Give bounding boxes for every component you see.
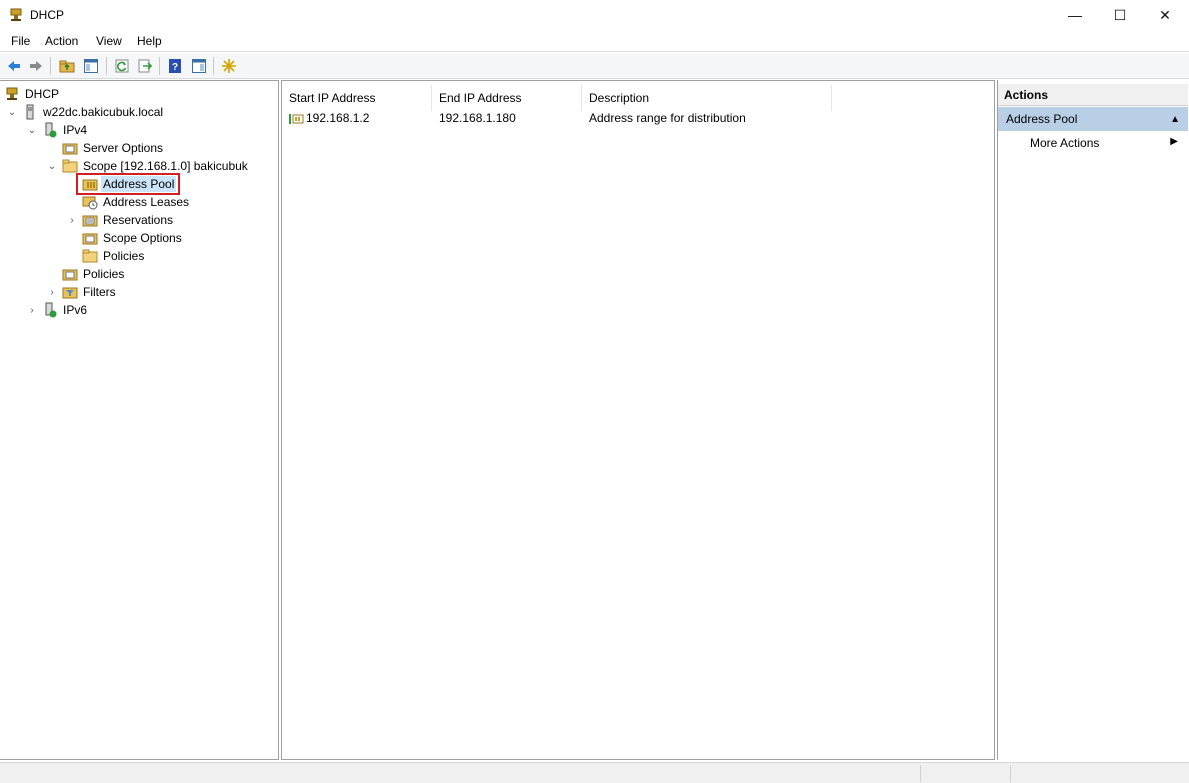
refresh-button[interactable] xyxy=(112,56,132,76)
maximize-button[interactable]: ☐ xyxy=(1097,0,1143,30)
server-icon xyxy=(26,104,34,120)
tree-label-filters: Filters xyxy=(83,285,116,299)
maximize-icon: ☐ xyxy=(1113,6,1127,23)
tree-label-reservations: Reservations xyxy=(103,213,174,227)
expand-chevron-icon[interactable]: › xyxy=(66,215,78,226)
column-header-end-ip[interactable]: End IP Address xyxy=(432,85,582,111)
close-button[interactable]: ✕ xyxy=(1142,0,1188,30)
dhcp-icon xyxy=(6,87,18,100)
menu-help[interactable]: Help xyxy=(137,34,162,48)
title-bar: DHCP — ☐ ✕ xyxy=(0,0,1189,30)
menu-action[interactable]: Action xyxy=(45,34,78,48)
ip-range-icon xyxy=(289,114,304,124)
show-hide-action-pane-button[interactable] xyxy=(189,56,209,76)
export-list-icon xyxy=(138,59,153,73)
show-hide-action-pane-icon xyxy=(192,59,206,73)
ipv6-icon xyxy=(45,302,57,318)
reservations-icon xyxy=(82,215,98,227)
tree-item-server-options[interactable]: Server Options xyxy=(46,139,165,157)
collapse-triangle-icon[interactable]: ▲ xyxy=(1170,114,1180,125)
console-tree-pane: DHCP ⌄ w22dc.bakicubuk.local ⌄ IPv4 Serv… xyxy=(0,80,279,760)
menu-bar: File Action View Help xyxy=(0,30,1189,52)
options-folder-icon xyxy=(62,143,78,155)
column-header-start-ip[interactable]: Start IP Address xyxy=(282,85,432,111)
policies-folder-icon xyxy=(62,269,78,281)
back-button[interactable] xyxy=(4,56,24,76)
refresh-icon xyxy=(115,59,129,73)
cell-end-ip: 192.168.1.180 xyxy=(439,111,516,125)
tree-item-ipv4[interactable]: ⌄ IPv4 xyxy=(26,121,89,139)
tree-item-server[interactable]: ⌄ w22dc.bakicubuk.local xyxy=(6,103,165,121)
results-pane: Start IP Address End IP Address Descript… xyxy=(281,80,995,760)
tree-item-dhcp[interactable]: DHCP xyxy=(4,85,61,103)
collapse-chevron-icon[interactable]: ⌄ xyxy=(46,161,58,172)
forward-icon xyxy=(30,61,42,71)
filters-icon xyxy=(62,287,78,299)
dhcp-app-icon xyxy=(10,8,22,21)
tree-item-ipv6[interactable]: › IPv6 xyxy=(26,301,89,319)
show-hide-console-tree-button[interactable] xyxy=(81,56,101,76)
selection-highlight-box xyxy=(76,173,180,195)
forward-button[interactable] xyxy=(26,56,46,76)
tree-label-server: w22dc.bakicubuk.local xyxy=(43,105,164,119)
tree-label-scope: Scope [192.168.1.0] bakicubuk xyxy=(83,159,248,173)
collapse-chevron-icon[interactable]: ⌄ xyxy=(26,125,38,136)
more-actions-label: More Actions xyxy=(1030,136,1100,150)
minimize-icon: — xyxy=(1068,7,1082,23)
address-leases-icon xyxy=(82,196,98,210)
status-divider xyxy=(920,765,921,782)
tree-label-server-options: Server Options xyxy=(83,141,164,155)
tree-label-ipv4: IPv4 xyxy=(63,123,88,137)
expand-chevron-icon[interactable]: › xyxy=(26,305,38,316)
tree-label-ipv6: IPv6 xyxy=(63,303,88,317)
tree-item-filters[interactable]: › Filters xyxy=(46,283,118,301)
export-list-button[interactable] xyxy=(135,56,155,76)
collapse-chevron-icon[interactable]: ⌄ xyxy=(6,107,18,118)
svg-text:?: ? xyxy=(172,62,178,73)
cell-start-ip: 192.168.1.2 xyxy=(306,111,370,125)
minimize-button[interactable]: — xyxy=(1052,0,1098,30)
new-star-icon xyxy=(222,59,236,73)
window-title: DHCP xyxy=(30,8,65,22)
submenu-arrow-icon: ▶ xyxy=(1170,136,1178,147)
tree-item-reservations[interactable]: › Reservations xyxy=(66,211,175,229)
back-icon xyxy=(8,61,20,71)
up-one-level-button[interactable] xyxy=(57,56,77,76)
status-bar xyxy=(0,762,1189,783)
list-header: Start IP Address End IP Address Descript… xyxy=(282,85,994,111)
tree-label-policies: Policies xyxy=(83,267,125,281)
expand-chevron-icon[interactable]: › xyxy=(46,287,58,298)
more-actions-item[interactable]: More Actions ▶ xyxy=(998,133,1188,153)
up-folder-icon xyxy=(59,60,75,73)
close-icon: ✕ xyxy=(1159,6,1171,23)
tree-item-scope-policies[interactable]: Policies xyxy=(66,247,146,265)
tree-label-dhcp: DHCP xyxy=(25,87,60,101)
folder-icon xyxy=(62,159,78,173)
show-hide-console-tree-icon xyxy=(84,59,98,73)
menu-view[interactable]: View xyxy=(96,34,122,48)
policies-folder-icon xyxy=(82,249,98,263)
toolbar: ? xyxy=(0,53,1189,79)
tree-item-address-leases[interactable]: Address Leases xyxy=(66,193,191,211)
tree-item-scope-options[interactable]: Scope Options xyxy=(66,229,184,247)
actions-header: Actions xyxy=(998,84,1188,106)
table-row[interactable]: 192.168.1.2 192.168.1.180 Address range … xyxy=(282,109,994,129)
options-folder-icon xyxy=(82,233,98,245)
tree-label-address-leases: Address Leases xyxy=(103,195,190,209)
tree-item-policies[interactable]: Policies xyxy=(46,265,126,283)
menu-file[interactable]: File xyxy=(11,34,30,48)
actions-section-address-pool[interactable]: Address Pool ▲ xyxy=(998,107,1188,131)
ipv4-icon xyxy=(45,122,57,138)
cell-description: Address range for distribution xyxy=(589,111,746,125)
tree-label-scope-policies: Policies xyxy=(103,249,145,263)
new-button[interactable] xyxy=(219,56,239,76)
help-icon: ? xyxy=(169,59,181,73)
tree-label-scope-options: Scope Options xyxy=(103,231,182,245)
help-button[interactable]: ? xyxy=(165,56,185,76)
actions-section-label: Address Pool xyxy=(1006,112,1078,126)
status-divider xyxy=(1010,765,1011,782)
column-header-description[interactable]: Description xyxy=(582,85,832,111)
actions-pane: Actions Address Pool ▲ More Actions ▶ xyxy=(997,80,1189,760)
